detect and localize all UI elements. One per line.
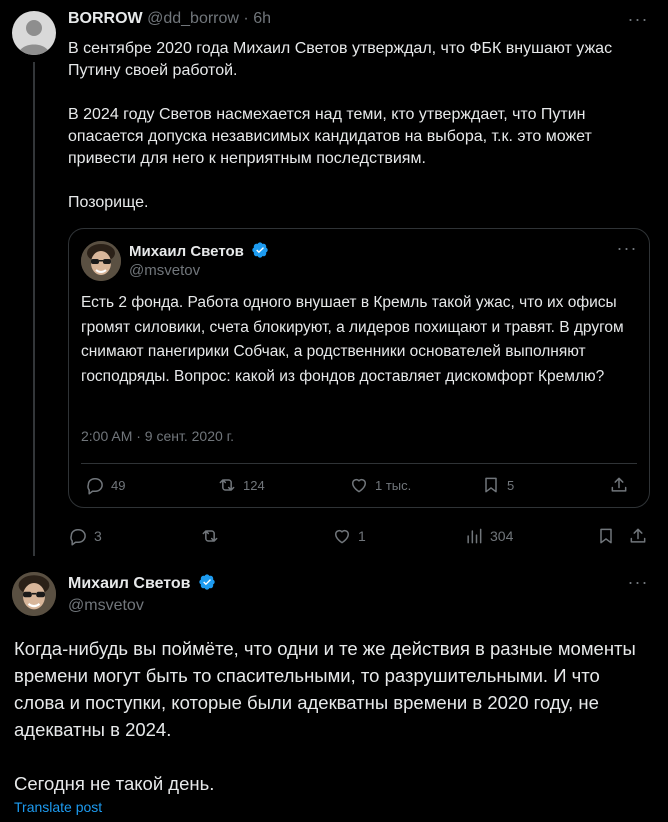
translate-post-link[interactable]: Translate post xyxy=(14,799,102,815)
reply-author-name[interactable]: Михаил Светов xyxy=(68,575,191,592)
heart-icon xyxy=(352,478,366,493)
bookmark-icon xyxy=(600,528,612,544)
like-count: 1 тыс. xyxy=(375,477,412,493)
tweet-header: BORROW @dd_borrow · 6h xyxy=(68,10,271,28)
repost-button[interactable] xyxy=(200,526,220,546)
author-name[interactable]: BORROW xyxy=(68,10,143,27)
views-chart-icon xyxy=(467,528,482,544)
author-handle[interactable]: @dd_borrow xyxy=(147,10,239,27)
verified-badge-icon[interactable] xyxy=(198,573,216,591)
quoted-tweet-text: Есть 2 фонда. Работа одного внушает в Кр… xyxy=(81,294,624,385)
quoted-reply-button[interactable]: 49 xyxy=(85,475,125,495)
quoted-bookmark-button[interactable]: 5 xyxy=(481,475,514,495)
person-photo-icon xyxy=(12,572,56,616)
bookmark-count: 5 xyxy=(507,477,515,493)
reply-author-avatar[interactable] xyxy=(12,572,56,616)
quoted-more-options-button[interactable]: ··· xyxy=(615,239,639,259)
quoted-author-handle[interactable]: @msvetov xyxy=(129,262,200,279)
quoted-author-name-row[interactable]: Михаил Светов xyxy=(129,241,269,260)
quoted-timestamp[interactable]: 2:00 AM · 9 сент. 2020 г. xyxy=(81,428,234,444)
reply-more-options-button[interactable]: ··· xyxy=(626,573,650,593)
reply-text: Когда-нибудь вы поймёте, что одни и те ж… xyxy=(14,635,654,797)
share-icon xyxy=(611,477,627,492)
view-count: 304 xyxy=(490,528,514,544)
reply-paragraph: Когда-нибудь вы поймёте, что одни и те ж… xyxy=(14,638,636,740)
person-photo-icon xyxy=(81,241,121,281)
quoted-author-name[interactable]: Михаил Светов xyxy=(129,243,244,260)
heart-icon xyxy=(335,529,349,544)
separator-dot: · xyxy=(243,10,249,27)
share-icon xyxy=(630,528,646,543)
tweet-paragraph: В 2024 году Светов насмехается над теми,… xyxy=(68,106,592,167)
reply-paragraph: Сегодня не такой день. xyxy=(14,773,215,794)
repost-count: 124 xyxy=(243,477,265,493)
reply-icon xyxy=(87,478,103,495)
divider xyxy=(81,463,637,464)
like-count: 1 xyxy=(358,528,366,544)
reply-button[interactable]: 3 xyxy=(68,526,102,546)
repost-icon xyxy=(219,479,235,491)
quoted-share-button[interactable] xyxy=(609,475,629,495)
reply-count: 3 xyxy=(94,528,102,544)
share-button[interactable] xyxy=(628,526,648,546)
views-button[interactable]: 304 xyxy=(464,526,513,546)
bookmark-icon xyxy=(485,477,497,493)
reply-icon xyxy=(70,529,86,546)
reply-author-handle[interactable]: @msvetov xyxy=(68,597,144,615)
thread-line xyxy=(33,62,35,556)
quoted-author-avatar[interactable] xyxy=(81,241,121,281)
reply-count: 49 xyxy=(111,477,126,493)
tweet-text: В сентябре 2020 года Михаил Светов утвер… xyxy=(68,38,648,214)
default-avatar-icon xyxy=(18,20,50,55)
tweet-paragraph: В сентябре 2020 года Михаил Светов утвер… xyxy=(68,40,613,79)
tweet-paragraph: Позорище. xyxy=(68,194,149,211)
author-avatar[interactable] xyxy=(12,11,56,55)
quoted-like-button[interactable]: 1 тыс. xyxy=(349,475,411,495)
quoted-tweet-card[interactable]: Михаил Светов @msvetov ··· Есть 2 фонда.… xyxy=(68,228,650,508)
bookmark-button[interactable] xyxy=(596,526,616,546)
reply-author-name-row[interactable]: Михаил Светов xyxy=(68,573,216,593)
more-options-button[interactable]: ··· xyxy=(626,10,650,30)
quoted-repost-button[interactable]: 124 xyxy=(217,475,265,495)
like-button[interactable]: 1 xyxy=(332,526,366,546)
repost-icon xyxy=(202,530,218,542)
tweet-time[interactable]: 6h xyxy=(253,10,271,27)
verified-badge-icon[interactable] xyxy=(251,241,269,259)
